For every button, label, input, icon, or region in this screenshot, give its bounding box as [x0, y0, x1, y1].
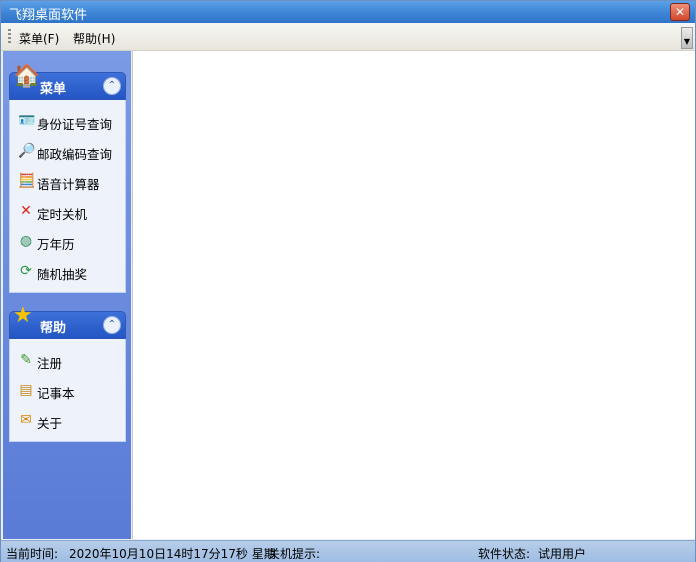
status-time-label: 当前时间:	[6, 547, 59, 561]
about-icon: ✉	[20, 412, 32, 428]
sidebar-item-label: 定时关机	[37, 207, 88, 222]
status-state-label: 软件状态:	[478, 547, 531, 561]
calendar-icon: ◍	[19, 233, 33, 249]
sidebar-item-label: 邮政编码查询	[37, 147, 113, 162]
sidebar-item-register[interactable]: ✎ 注册	[10, 347, 125, 377]
sidebar-item-label: 随机抽奖	[37, 267, 88, 282]
sidebar-item-label: 万年历	[37, 237, 75, 252]
red-cross-icon: ✕	[20, 203, 32, 219]
title-bar[interactable]: 飞翔桌面软件 ✕	[1, 1, 695, 23]
sidebar-item-voice-calculator[interactable]: 🧮 语音计算器	[10, 168, 125, 198]
panel-help: ★ 帮助 ⌃ ✎ 注册 ▤ 记事本 ✉ 关于	[9, 303, 126, 442]
sidebar-item-label: 注册	[37, 356, 63, 371]
status-bar: 当前时间: 2020年10月10日14时17分17秒 星期 关机提示: 软件状态…	[1, 540, 695, 562]
panel-menu-body: 🪪 身份证号查询 🔎 邮政编码查询 🧮 语音计算器 ✕ 定时关机 ◍ 万年历 ⟳…	[9, 100, 126, 293]
sidebar: 🏠 菜单 ⌃ 🪪 身份证号查询 🔎 邮政编码查询 🧮 语音计算器 ✕ 定时关机 …	[3, 51, 131, 539]
sidebar-item-timed-shutdown[interactable]: ✕ 定时关机	[10, 198, 125, 228]
main-content-area	[132, 51, 695, 539]
close-button[interactable]: ✕	[670, 3, 690, 21]
status-shutdown-label: 关机提示:	[268, 547, 321, 561]
menu-item-help[interactable]: 帮助(H)	[73, 30, 115, 47]
sidebar-item-label: 语音计算器	[37, 177, 100, 192]
home-icon: 🏠	[13, 64, 41, 89]
menu-bar: 菜单(F) 帮助(H) ▼	[1, 23, 695, 51]
status-time-value: 2020年10月10日14时17分17秒 星期	[69, 547, 276, 561]
sidebar-item-lottery[interactable]: ⟳ 随机抽奖	[10, 258, 125, 288]
register-icon: ✎	[20, 352, 32, 368]
app-window: 飞翔桌面软件 ✕ 菜单(F) 帮助(H) ▼ 🏠 菜单 ⌃ 🪪 身份证号查询 🔎	[0, 0, 696, 562]
panel-help-body: ✎ 注册 ▤ 记事本 ✉ 关于	[9, 339, 126, 442]
toolbar-grip[interactable]	[8, 29, 11, 44]
panel-menu: 🏠 菜单 ⌃ 🪪 身份证号查询 🔎 邮政编码查询 🧮 语音计算器 ✕ 定时关机 …	[9, 64, 126, 293]
panel-help-header[interactable]: ★ 帮助 ⌃	[9, 303, 126, 339]
window-title: 飞翔桌面软件	[9, 8, 88, 23]
magnifier-icon: 🔎	[18, 143, 36, 159]
menu-overflow-button[interactable]: ▼	[681, 27, 693, 49]
sidebar-item-postcode-query[interactable]: 🔎 邮政编码查询	[10, 138, 125, 168]
panel-help-title: 帮助	[40, 321, 67, 336]
calculator-icon: 🧮	[18, 173, 36, 189]
refresh-icon: ⟳	[20, 263, 32, 279]
menu-item-menu[interactable]: 菜单(F)	[19, 30, 59, 47]
sidebar-item-notepad[interactable]: ▤ 记事本	[10, 377, 125, 407]
collapse-icon[interactable]: ⌃	[103, 77, 121, 95]
sidebar-item-label: 身份证号查询	[37, 117, 113, 132]
collapse-icon[interactable]: ⌃	[103, 316, 121, 334]
sidebar-item-about[interactable]: ✉ 关于	[10, 407, 125, 437]
panel-menu-title: 菜单	[40, 82, 67, 97]
star-icon: ★	[13, 303, 33, 328]
status-state-value: 试用用户	[538, 547, 587, 561]
sidebar-item-label: 记事本	[37, 386, 75, 401]
sidebar-item-label: 关于	[37, 416, 63, 431]
panel-menu-header[interactable]: 🏠 菜单 ⌃	[9, 64, 126, 100]
id-card-icon: 🪪	[18, 113, 36, 129]
sidebar-item-calendar[interactable]: ◍ 万年历	[10, 228, 125, 258]
sidebar-item-id-card-query[interactable]: 🪪 身份证号查询	[10, 108, 125, 138]
notepad-icon: ▤	[19, 382, 33, 398]
